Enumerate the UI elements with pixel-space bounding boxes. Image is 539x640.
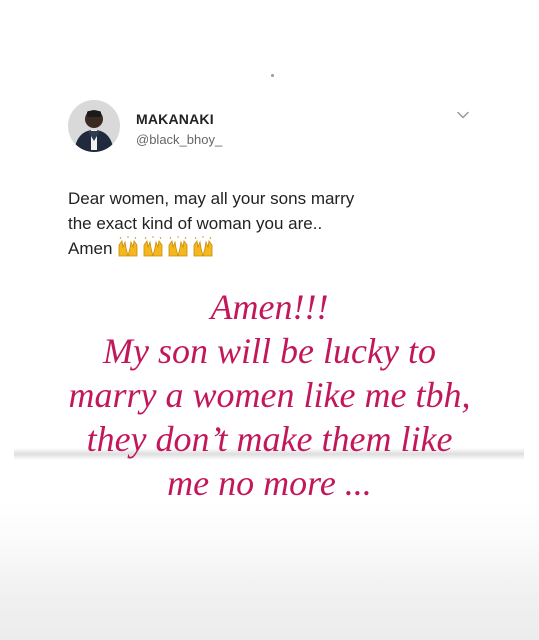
raised-hands-icon [144, 236, 163, 257]
tweet-text-amen: Amen [68, 239, 113, 258]
caption-line: My son will be lucky to [103, 331, 436, 371]
avatar[interactable] [68, 100, 120, 152]
caption-line: Amen!!! [210, 287, 329, 327]
tweet-text-line: Amen [68, 236, 468, 265]
tweet-text-line: the exact kind of woman you are.. [68, 214, 323, 233]
bottom-shadow-fade [0, 540, 539, 640]
chevron-down-icon[interactable] [457, 111, 469, 119]
avatar-person-icon [68, 100, 120, 152]
caption-line: me no more ... [167, 463, 372, 503]
raised-hands-icon [169, 236, 188, 257]
caption-line: they don’t make them like [86, 419, 453, 459]
raised-hands-icon [119, 236, 138, 257]
caption-line: marry a women like me tbh, [68, 375, 471, 415]
top-dot-indicator [271, 74, 274, 77]
user-handle[interactable]: @black_bhoy_ [136, 132, 222, 147]
tweet-card[interactable]: MAKANAKI @black_bhoy_ Dear women, may al… [64, 96, 484, 286]
story-caption: Amen!!! My son will be lucky to marry a … [0, 285, 539, 505]
tweet-body: Dear women, may all your sons marry the … [68, 186, 468, 265]
story-screen: MAKANAKI @black_bhoy_ Dear women, may al… [0, 0, 539, 640]
raised-hands-icon [194, 236, 213, 257]
emoji-row [116, 236, 216, 265]
display-name[interactable]: MAKANAKI [136, 111, 214, 127]
tweet-text-line: Dear women, may all your sons marry [68, 189, 355, 208]
